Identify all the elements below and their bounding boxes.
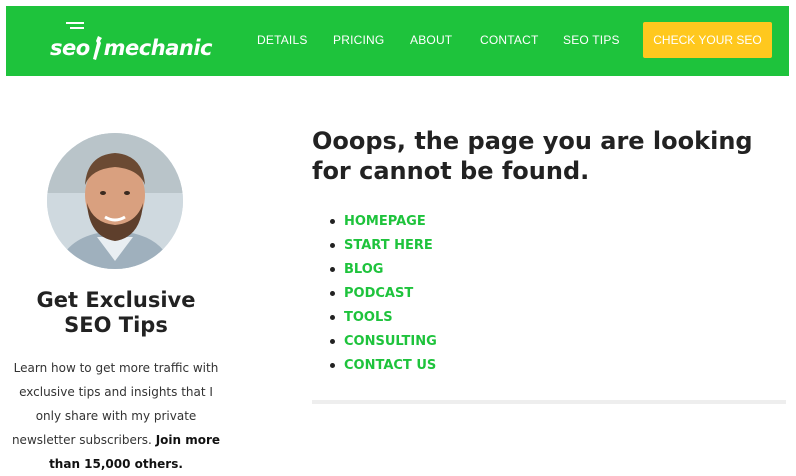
bullet-icon [330,363,335,368]
sidebar-description: Learn how to get more traffic with exclu… [10,356,222,476]
nav-seo-tips[interactable]: SEO TIPS [563,33,620,47]
logo-text-mechanic: mechanic [103,36,213,60]
sidebar-title: Get Exclusive SEO Tips [36,288,196,337]
list-item: START HERE [328,234,437,258]
site-header: seo mechanic DETAILS PRICING ABOUT CONTA… [6,6,789,76]
link-tools[interactable]: TOOLS [344,310,393,325]
link-consulting[interactable]: CONSULTING [344,334,437,349]
list-item: PODCAST [328,282,437,306]
page-title: Ooops, the page you are looking for cann… [312,127,753,185]
list-item: CONTACT US [328,354,437,378]
helpful-links-list: HOMEPAGE START HERE BLOG PODCAST TOOLS C… [328,210,437,378]
link-contact-us[interactable]: CONTACT US [344,358,436,373]
link-start-here[interactable]: START HERE [344,238,433,253]
nav-contact[interactable]: CONTACT [480,33,539,47]
list-item: TOOLS [328,306,437,330]
link-blog[interactable]: BLOG [344,262,383,277]
list-item: BLOG [328,258,437,282]
nav-pricing[interactable]: PRICING [333,33,384,47]
content-divider [312,400,786,404]
bullet-icon [330,291,335,296]
bullet-icon [330,339,335,344]
bullet-icon [330,267,335,272]
wrench-icon [92,36,102,60]
author-portrait-image [47,133,183,269]
nav-about[interactable]: ABOUT [410,33,452,47]
bullet-icon [330,219,335,224]
list-item: CONSULTING [328,330,437,354]
author-avatar [47,133,183,269]
link-podcast[interactable]: PODCAST [344,286,413,301]
site-logo[interactable]: seo mechanic [50,22,213,66]
link-homepage[interactable]: HOMEPAGE [344,214,426,229]
check-your-seo-button[interactable]: CHECK YOUR SEO [643,22,772,58]
bullet-icon [330,315,335,320]
list-item: HOMEPAGE [328,210,437,234]
bullet-icon [330,243,335,248]
speed-lines-icon [66,22,84,29]
nav-details[interactable]: DETAILS [257,33,308,47]
logo-text-seo: seo [50,36,90,60]
